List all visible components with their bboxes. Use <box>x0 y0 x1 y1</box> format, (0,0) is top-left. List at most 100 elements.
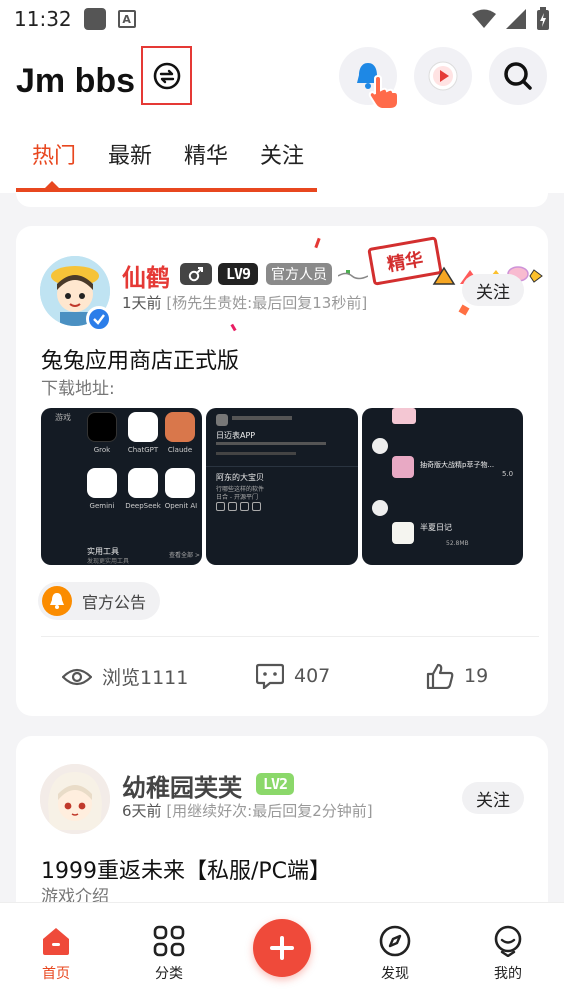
wifi-icon <box>472 9 496 28</box>
app-icon-deepseek <box>128 468 158 498</box>
home-icon <box>43 928 69 955</box>
sticker-decoration <box>337 266 369 280</box>
shot-header: 游戏 <box>55 413 71 422</box>
shot-section-note: 发现更实用工具 <box>87 558 130 565</box>
tag-icon-wrapper <box>42 586 72 616</box>
tab-indicator <box>16 188 317 192</box>
post-card[interactable]: 仙鹤 LV9 官方人员 精华 1天前 [杨先生贵姓:最后回复13秒前] 关注 兔… <box>16 226 548 716</box>
app-icon-openit <box>165 468 195 498</box>
card-divider <box>41 636 539 637</box>
shot-thumb <box>392 456 414 478</box>
app-icon-gemini <box>87 468 117 498</box>
notifications-button[interactable] <box>339 47 399 110</box>
notification-icon <box>83 8 106 30</box>
app-label: ChatGPT <box>127 446 159 454</box>
verified-badge <box>86 306 112 332</box>
shot-item-title: 半夏日记 <box>420 523 452 532</box>
follow-button[interactable]: 关注 <box>462 782 524 814</box>
search-button[interactable] <box>489 47 547 105</box>
grid-icon <box>153 925 185 957</box>
app-label: Grok <box>93 446 111 454</box>
app-label: DeepSeek <box>125 502 161 510</box>
eye-icon <box>62 668 92 685</box>
nav-category[interactable]: 分类 <box>134 925 204 983</box>
shot-list-row <box>216 452 296 455</box>
nav-discover[interactable]: 发现 <box>360 925 430 983</box>
confetti-decoration <box>230 323 237 332</box>
post-image-3[interactable]: 抽奇版大战精p萃子物... 5.0 半夏日记 52.8MB <box>362 408 523 565</box>
like-button[interactable]: 19 <box>426 663 488 689</box>
swap-icon <box>153 62 180 89</box>
shot-list-row <box>216 414 228 426</box>
app-header: Jm bbs 热门 最新 精华 关注 <box>0 38 564 193</box>
view-count-text: 浏览1111 <box>102 667 189 689</box>
post-meta: 6天前 [用继续好次:最后回复2分钟前] <box>122 800 373 821</box>
shot-item-size: 52.8MB <box>446 540 469 547</box>
nav-profile[interactable]: 我的 <box>473 925 543 983</box>
avatar[interactable] <box>40 764 110 834</box>
shot-thumb <box>372 500 388 516</box>
author-name[interactable]: 仙鹤 <box>122 258 170 293</box>
role-badge: 官方人员 <box>266 263 332 285</box>
compass-icon <box>379 925 411 957</box>
confetti-decoration <box>314 237 321 249</box>
app-title: Jm bbs <box>16 62 136 100</box>
nav-home[interactable]: 首页 <box>21 925 91 983</box>
thumbs-up-icon <box>426 663 454 689</box>
shot-list-row <box>216 502 262 512</box>
author-name[interactable]: 幼稚园芙芙 <box>122 768 242 803</box>
nav-label: 发现 <box>381 966 409 982</box>
tab-featured[interactable]: 精华 <box>184 138 228 170</box>
level-badge: LV2 <box>256 773 294 795</box>
post-time: 6天前 <box>122 802 162 820</box>
shot-item-title: 阿东的大宝贝 <box>216 473 264 482</box>
signal-icon <box>506 9 526 29</box>
status-time: 11:32 <box>14 7 72 31</box>
featured-stamp-text: 精华 <box>385 249 425 276</box>
app-label: Gemini <box>89 502 115 510</box>
shot-thumb <box>392 522 414 544</box>
post-title[interactable]: 1999重返未来【私服/PC端】 <box>41 853 331 885</box>
shot-thumb <box>372 438 388 454</box>
tag-official-announcement[interactable]: 官方公告 <box>38 582 161 620</box>
nav-label: 我的 <box>494 966 522 982</box>
app-label: Claude <box>167 446 193 454</box>
shot-list-row <box>216 442 326 445</box>
follow-button[interactable]: 关注 <box>462 274 524 306</box>
shot-item-sub: 日合 - 开源平门 <box>216 494 258 501</box>
post-subtitle: 下载地址: <box>41 379 115 399</box>
comment-count: 407 <box>294 665 331 687</box>
a-notification-icon: A <box>117 10 136 28</box>
create-post-button[interactable] <box>253 919 311 977</box>
shot-item-title: 日迈表APP <box>216 431 256 440</box>
tag-label: 官方公告 <box>82 593 147 612</box>
view-count: 浏览1111 <box>62 663 188 690</box>
last-reply: [用继续好次:最后回复2分钟前] <box>166 802 373 820</box>
switch-forum-button[interactable] <box>141 46 192 105</box>
shot-rating: 5.0 <box>502 470 514 478</box>
post-title[interactable]: 兔兔应用商店正式版 <box>41 343 239 375</box>
app-icon-chatgpt <box>128 412 158 442</box>
post-time: 1天前 <box>122 294 162 312</box>
post-stats: 浏览1111 407 19 <box>16 663 548 693</box>
app-icon-claude <box>165 412 195 442</box>
nav-label: 分类 <box>155 966 183 982</box>
nav-label: 首页 <box>42 966 70 982</box>
tab-following[interactable]: 关注 <box>260 138 304 170</box>
tab-latest[interactable]: 最新 <box>108 138 152 170</box>
post-image-1[interactable]: 游戏 Grok ChatGPT Claude Gemini DeepSeek O… <box>41 408 202 565</box>
shot-thumb <box>392 408 416 424</box>
check-icon <box>93 314 105 325</box>
shot-list-row <box>232 416 292 420</box>
bell-icon <box>50 593 64 609</box>
tab-hot[interactable]: 热门 <box>32 138 76 170</box>
battery-icon <box>537 7 549 30</box>
play-icon <box>428 61 458 91</box>
comment-button[interactable]: 407 <box>256 663 330 689</box>
post-image-2[interactable]: 日迈表APP 阿东的大宝贝 行哪些这样的软件 日合 - 开源平门 <box>206 408 358 565</box>
video-button[interactable] <box>414 47 472 105</box>
bottom-nav: 首页 分类 发现 我的 <box>0 902 564 1004</box>
level-badge: LV9 <box>218 263 258 285</box>
like-count: 19 <box>464 665 489 687</box>
comment-icon <box>256 663 284 689</box>
